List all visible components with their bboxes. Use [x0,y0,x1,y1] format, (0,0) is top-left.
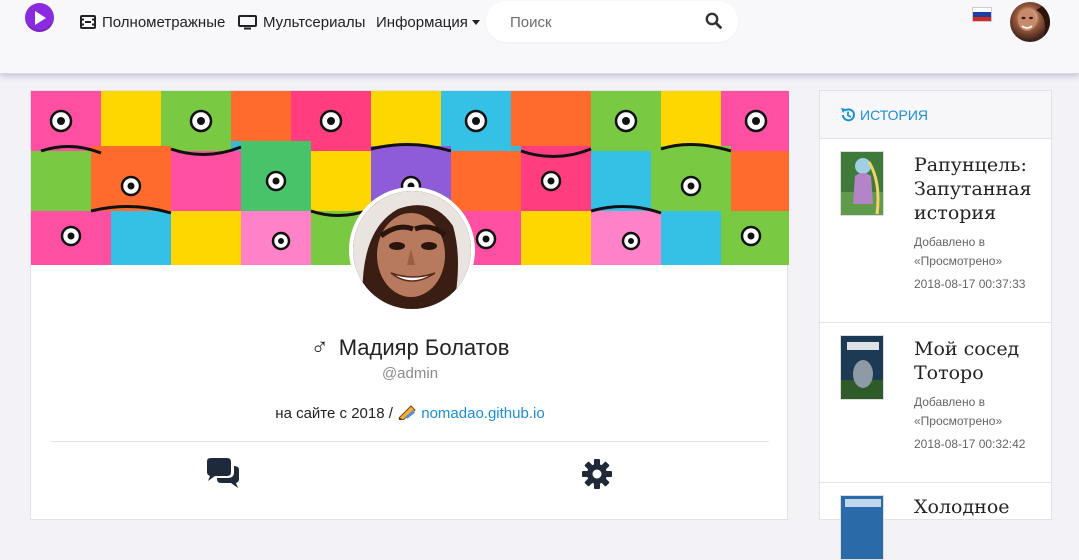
profile-login: @admin [381,365,439,382]
pencil-ruler-icon [398,405,416,421]
member-since-text: на сайте с 2018 / [275,405,393,422]
history-item-title[interactable]: Мой сосед Тоторо [914,337,1044,385]
history-item-note: Добавлено в «Просмотрено» [914,395,1003,428]
history-title: История [860,106,929,123]
movie-poster[interactable] [840,495,884,560]
history-header: История [820,91,1051,139]
divider [51,441,769,442]
profile-meta: на сайте с 2018 / nomadao.github.io [31,404,789,422]
movie-poster[interactable] [840,151,884,216]
history-item[interactable]: Холодное [820,483,1051,560]
search-icon[interactable] [705,12,722,29]
website-link[interactable]: nomadao.github.io [421,405,544,422]
logo-play-icon[interactable] [25,3,54,32]
nav-item-movies[interactable]: Полнометражные [80,11,225,33]
nav-item-label: Мультсериалы [263,13,366,31]
history-item-title[interactable]: Холодное [914,495,1044,519]
history-item[interactable]: Рапунцель: Запутанная история Добавлено … [820,139,1051,323]
history-item-date: 2018-08-17 00:37:33 [914,277,1026,291]
profile-card: ♂ Мадияр Болатов @admin на сайте с 2018 … [30,90,789,520]
history-item[interactable]: Мой сосед Тоторо Добавлено в «Просмотрен… [820,323,1051,483]
history-item-title[interactable]: Рапунцель: Запутанная история [914,153,1044,225]
search-input[interactable] [508,11,692,33]
nav-item-info-dropdown[interactable]: Информация [376,11,480,33]
monitor-icon [238,14,257,29]
nav-item-series[interactable]: Мультсериалы [238,11,365,33]
history-card: История Рапунцель: Запутанная история До… [819,90,1052,560]
history-icon [841,107,855,121]
nav-item-label: Информация [376,13,468,31]
film-icon [80,15,96,29]
history-item-date: 2018-08-17 00:32:42 [914,437,1026,451]
nav-item-label: Полнометражные [102,13,226,31]
user-avatar[interactable] [1010,2,1050,42]
movie-poster[interactable] [840,335,884,400]
gear-icon[interactable] [581,458,613,490]
chat-icon[interactable] [204,458,242,490]
search-box [486,1,738,42]
history-item-note: Добавлено в «Просмотрено» [914,235,1003,268]
caret-down-icon [471,19,480,25]
language-flag-icon[interactable] [972,7,992,22]
profile-avatar [349,187,475,313]
profile-name-text: Мадияр Болатов [338,335,510,360]
top-navbar: Полнометражные Мультсериалы Информация [0,0,1079,74]
male-gender-icon: ♂ [310,334,329,361]
profile-name: ♂ Мадияр Болатов [31,334,789,362]
